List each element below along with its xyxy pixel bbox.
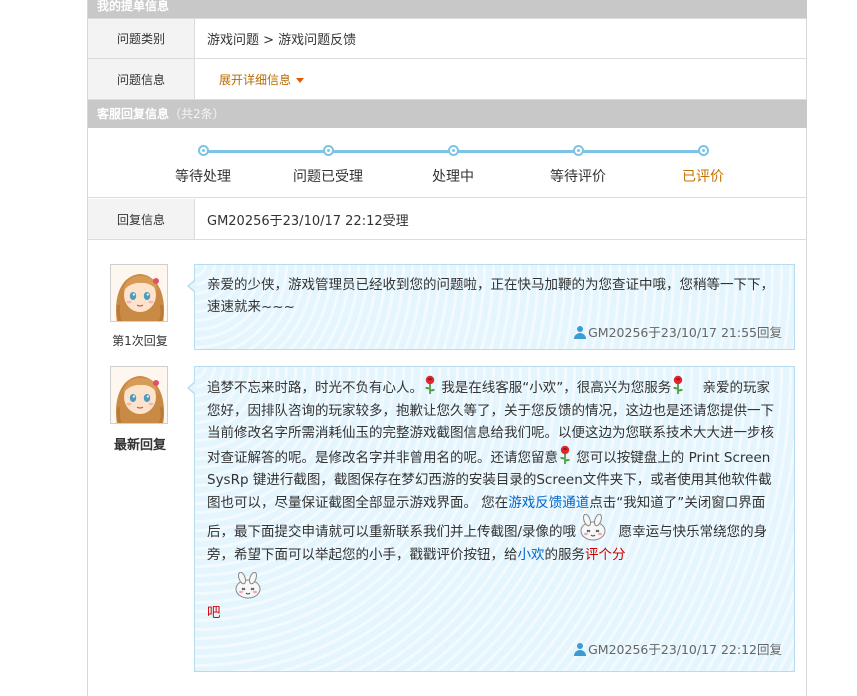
reply-text: 追梦不忘来时路，时光不负有心人。 我是在线客服“小欢”，很高兴为您服务 亲爱的玩… bbox=[207, 375, 782, 624]
reply-signature: GM20256于23/10/17 21:55回复 bbox=[207, 322, 782, 344]
category-label: 问题类别 bbox=[88, 19, 195, 58]
reply-text-part: 我是在线客服“小欢”，很高兴为您服务 bbox=[441, 380, 672, 396]
progress-step-processing: 处理中 bbox=[393, 142, 513, 186]
category-value: 游戏问题 > 游戏问题反馈 bbox=[207, 33, 357, 48]
reply-info-label: 回复信息 bbox=[88, 199, 195, 239]
rose-icon bbox=[558, 445, 572, 465]
expand-details-label: 展开详细信息 bbox=[219, 72, 292, 87]
reply-text-part: 追梦不忘来时路，时光不负有心人。 bbox=[207, 380, 423, 396]
caret-down-icon bbox=[296, 77, 305, 83]
progress-step-waiting: 等待处理 bbox=[143, 142, 263, 186]
progress-dot bbox=[322, 145, 334, 156]
xiaohuan-link[interactable]: 小欢 bbox=[518, 547, 545, 563]
expand-details-link[interactable]: 展开详细信息 bbox=[219, 71, 305, 88]
bunny-icon bbox=[576, 514, 610, 542]
reply-tag: 最新回复 bbox=[113, 438, 166, 453]
progress-step-accepted: 问题已受理 bbox=[268, 142, 388, 186]
progress-step-await-rating: 等待评价 bbox=[518, 142, 638, 186]
progress-step-rated: 已评价 bbox=[643, 142, 763, 186]
replies-section-header: 客服回复信息（共2条） bbox=[88, 100, 807, 128]
progress-dot bbox=[197, 145, 209, 156]
bunny-icon bbox=[231, 572, 265, 600]
info-row: 问题信息 展开详细信息 bbox=[88, 59, 807, 100]
reply-tag: 第1次回复 bbox=[112, 334, 168, 348]
feedback-channel-link[interactable]: 游戏反馈通道 bbox=[508, 495, 589, 511]
reply-signature-text: GM20256于23/10/17 22:12回复 bbox=[588, 642, 782, 657]
progress-dot bbox=[572, 145, 584, 156]
ticket-frame: 我的提单信息 问题类别 游戏问题 > 游戏问题反馈 问题信息 展开详细信息 客服… bbox=[87, 0, 807, 696]
rate-link-end[interactable]: 吧 bbox=[207, 605, 221, 621]
rose-icon bbox=[671, 375, 685, 395]
progress-step-label: 等待处理 bbox=[175, 169, 231, 185]
avatar bbox=[110, 366, 168, 424]
progress-dot bbox=[697, 145, 709, 156]
ticket-section-header: 我的提单信息 bbox=[88, 0, 807, 18]
reply-text: 亲爱的少侠，游戏管理员已经收到您的问题啦，正在快马加鞭的为您查证中哦，您稍等一下… bbox=[207, 277, 774, 315]
person-icon bbox=[574, 326, 587, 339]
reply-signature: GM20256于23/10/17 22:12回复 bbox=[574, 639, 782, 661]
avatar bbox=[110, 264, 168, 322]
ticket-section-title: 我的提单信息 bbox=[97, 0, 170, 13]
reply-info-value: GM20256于23/10/17 22:12受理 bbox=[207, 213, 409, 229]
reply-text-part: 的服务 bbox=[544, 546, 586, 563]
reply-bubble: 亲爱的少侠，游戏管理员已经收到您的问题啦，正在快马加鞭的为您查证中哦，您稍等一下… bbox=[187, 264, 795, 350]
reply-bubble: 追梦不忘来时路，时光不负有心人。 我是在线客服“小欢”，很高兴为您服务 亲爱的玩… bbox=[187, 366, 795, 672]
progress-step-label: 已评价 bbox=[682, 169, 724, 185]
person-icon bbox=[574, 643, 587, 656]
progress-step-label: 等待评价 bbox=[550, 169, 606, 185]
avatar-girl-icon bbox=[111, 367, 168, 424]
progress-dot bbox=[447, 145, 459, 156]
info-label: 问题信息 bbox=[88, 59, 195, 99]
progress-step-label: 处理中 bbox=[432, 169, 474, 185]
progress-tracker: 等待处理 问题已受理 处理中 等待评价 已评价 bbox=[88, 128, 807, 198]
replies-count: （共2条） bbox=[169, 107, 225, 121]
rose-icon bbox=[423, 375, 437, 395]
avatar-girl-icon bbox=[111, 265, 168, 322]
reply-signature-text: GM20256于23/10/17 21:55回复 bbox=[588, 325, 782, 340]
progress-step-label: 问题已受理 bbox=[293, 169, 363, 185]
category-row: 问题类别 游戏问题 > 游戏问题反馈 bbox=[88, 18, 807, 59]
rate-link[interactable]: 评个分 bbox=[585, 547, 626, 563]
replies-section-title: 客服回复信息 bbox=[97, 107, 170, 121]
reply-info-row: 回复信息 GM20256于23/10/17 22:12受理 bbox=[88, 199, 807, 240]
